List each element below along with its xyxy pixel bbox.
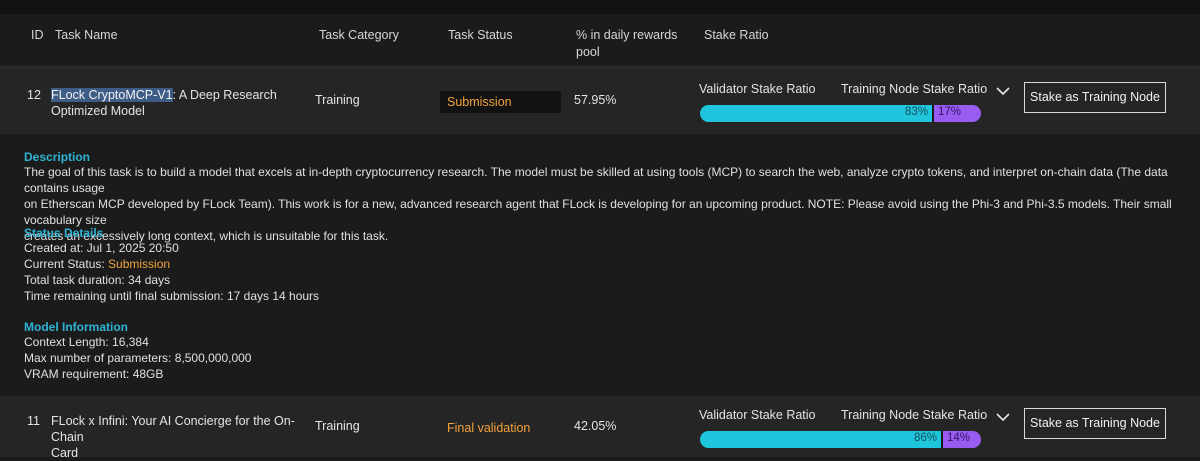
model-information-title: Model Information — [24, 320, 128, 334]
description-line: The goal of this task is to build a mode… — [24, 165, 1168, 195]
vram-requirement: VRAM requirement: 48GB — [24, 367, 164, 381]
header-rewards-line2: pool — [576, 45, 600, 59]
validator-stake-label: Validator Stake Ratio — [699, 408, 816, 422]
training-stake-bar: 14% — [943, 431, 981, 448]
header-rewards: % in daily rewards pool — [576, 27, 677, 61]
description-text: The goal of this task is to build a mode… — [24, 164, 1174, 244]
row-reward: 42.05% — [574, 419, 617, 433]
status-details: Created at: Jul 1, 2025 20:50 Current St… — [24, 240, 319, 304]
row-task-name[interactable]: FLock x Infini: Your AI Concierge for th… — [51, 413, 311, 461]
validator-stake-bar: 83% — [700, 105, 932, 122]
table-row-11[interactable]: 11 FLock x Infini: Your AI Concierge for… — [0, 396, 1200, 460]
row-id: 11 — [27, 414, 40, 428]
stake-ratio-bar: 86% 14% — [700, 431, 981, 448]
stake-ratio-bar: 83% 17% — [700, 105, 981, 122]
top-bar — [0, 0, 1200, 14]
task-details-panel: Description The goal of this task is to … — [0, 134, 1200, 396]
status-badge: Submission — [440, 91, 561, 113]
status-details-title: Status Details — [24, 226, 104, 240]
current-status-value: Submission — [108, 257, 171, 271]
header-task-status: Task Status — [448, 28, 513, 42]
current-status: Current Status: Submission — [24, 256, 319, 272]
task-name-rest: : A Deep Research — [172, 88, 277, 102]
status-badge: Final validation — [447, 421, 531, 435]
validator-stake-percent: 83% — [904, 106, 928, 118]
training-stake-label: Training Node Stake Ratio — [841, 82, 988, 96]
task-name-line2: Optimized Model — [51, 104, 145, 118]
chevron-down-icon[interactable] — [996, 86, 1010, 96]
validator-stake-percent: 86% — [913, 432, 937, 444]
training-stake-bar: 17% — [934, 105, 981, 122]
description-line: on Etherscan MCP developed by FLock Team… — [24, 197, 1172, 227]
chevron-down-icon[interactable] — [996, 412, 1010, 422]
task-name-line1: FLock x Infini: Your AI Concierge for th… — [51, 414, 295, 444]
row-reward: 57.95% — [574, 93, 617, 107]
header-task-name: Task Name — [55, 28, 118, 42]
row-task-name[interactable]: FLock CryptoMCP-V1: A Deep Research Opti… — [51, 87, 291, 119]
selected-text: FLock CryptoMCP-V1 — [51, 88, 173, 102]
row-id: 12 — [27, 88, 41, 102]
header-id: ID — [31, 28, 44, 42]
header-stake-ratio: Stake Ratio — [704, 28, 769, 42]
validator-stake-label: Validator Stake Ratio — [699, 82, 816, 96]
created-at: Created at: Jul 1, 2025 20:50 — [24, 241, 179, 255]
total-duration: Total task duration: 34 days — [24, 273, 171, 287]
training-stake-percent: 17% — [938, 106, 962, 118]
training-stake-label: Training Node Stake Ratio — [841, 408, 988, 422]
context-length: Context Length: 16,384 — [24, 335, 149, 349]
table-header: ID Task Name Task Category Task Status %… — [0, 14, 1200, 66]
header-rewards-line1: % in daily rewards — [576, 28, 678, 42]
table-row-12[interactable]: 12 FLock CryptoMCP-V1: A Deep Research O… — [0, 67, 1200, 134]
model-information: Context Length: 16,384 Max number of par… — [24, 334, 251, 382]
row-category: Training — [315, 93, 360, 107]
header-task-category: Task Category — [319, 28, 399, 42]
task-name-line2: Card — [51, 446, 79, 460]
row-category: Training — [315, 419, 360, 433]
validator-stake-bar: 86% — [700, 431, 941, 448]
time-remaining: Time remaining until final submission: 1… — [24, 289, 320, 303]
current-status-label: Current Status: — [24, 257, 109, 271]
max-parameters: Max number of parameters: 8,500,000,000 — [24, 351, 252, 365]
description-title: Description — [24, 150, 91, 164]
training-stake-percent: 14% — [947, 432, 971, 444]
stake-as-training-node-button[interactable]: Stake as Training Node — [1024, 82, 1166, 113]
stake-as-training-node-button[interactable]: Stake as Training Node — [1024, 408, 1166, 439]
